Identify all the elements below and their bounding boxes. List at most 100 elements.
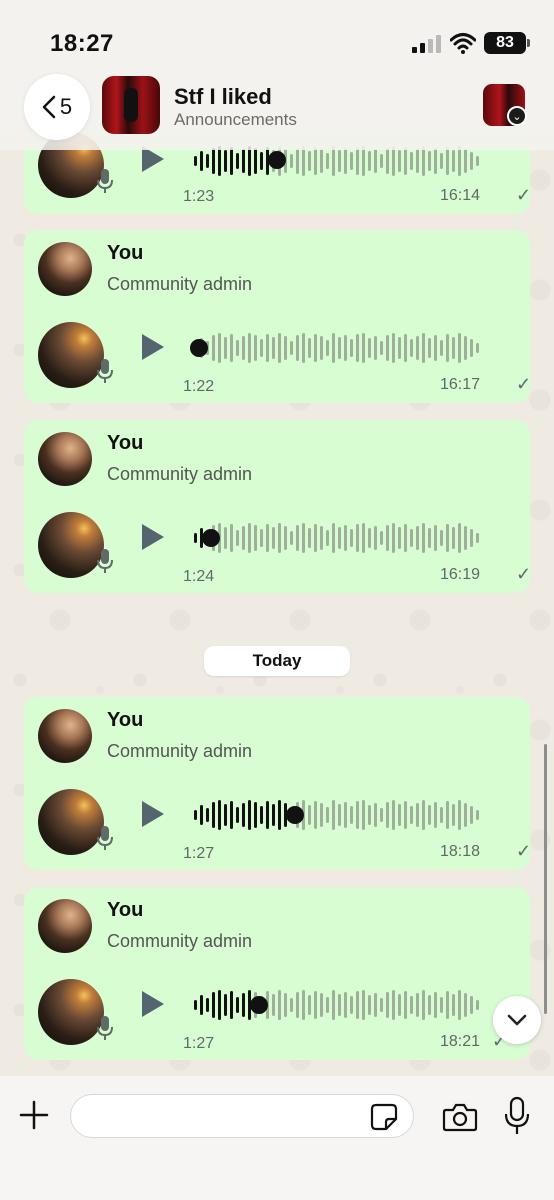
waveform-bar [452, 337, 455, 359]
play-icon[interactable] [142, 801, 164, 827]
waveform-bar [308, 338, 311, 358]
voice-message-bubble[interactable]: You Community admin 1:27 18:18 ✓ [24, 697, 531, 870]
sender-name: You [107, 242, 144, 264]
voice-duration: 1:27 [183, 1035, 215, 1052]
scroll-to-bottom-button[interactable] [493, 996, 541, 1044]
playback-knob[interactable] [250, 996, 268, 1014]
sticker-icon[interactable] [370, 1103, 398, 1131]
waveform-bar [206, 808, 209, 822]
waveform-bar [380, 808, 383, 822]
waveform-bar [344, 335, 347, 361]
waveform-bar [356, 524, 359, 552]
status-bar: 18:27 83 [0, 0, 554, 70]
voice-waveform[interactable] [194, 798, 479, 832]
message-time: 16:17 [440, 376, 481, 393]
playback-knob[interactable] [202, 529, 220, 547]
waveform-bar [440, 340, 443, 356]
waveform-bar [332, 523, 335, 553]
waveform-bar [194, 1000, 197, 1010]
waveform-bar [242, 803, 245, 827]
play-icon[interactable] [142, 991, 164, 1017]
waveform-bar [362, 146, 365, 176]
voice-waveform[interactable] [194, 521, 479, 555]
waveform-bar [320, 526, 323, 550]
camera-icon[interactable] [442, 1102, 478, 1132]
waveform-bar [314, 334, 317, 362]
waveform-bar [302, 146, 305, 176]
waveform-bar [266, 801, 269, 829]
group-avatar[interactable] [102, 76, 160, 134]
sender-avatar [38, 899, 92, 953]
sender-name: You [107, 899, 144, 921]
waveform-bar [284, 336, 287, 360]
waveform-bar [416, 149, 419, 173]
waveform-bar [242, 993, 245, 1017]
waveform-bar [404, 147, 407, 175]
waveform-bar [230, 524, 233, 552]
sender-avatar [38, 432, 92, 486]
waveform-bar [446, 524, 449, 552]
waveform-bar [344, 525, 347, 551]
sender-role: Community admin [107, 274, 253, 294]
waveform-bar [290, 154, 293, 168]
waveform-bar [224, 150, 227, 172]
chat-subtitle[interactable]: Announcements [174, 110, 297, 130]
waveform-bar [224, 994, 227, 1016]
waveform-bar [410, 152, 413, 170]
waveform-bar [332, 146, 335, 176]
voice-message-bubble[interactable]: You Community admin 1:24 16:19 ✓ [24, 420, 531, 593]
waveform-bar [434, 525, 437, 551]
microphone-icon[interactable] [504, 1096, 530, 1136]
waveform-bar [446, 801, 449, 829]
waveform-bar [206, 998, 209, 1012]
back-button[interactable]: 5 [24, 74, 90, 140]
waveform-bar [296, 335, 299, 361]
voice-waveform[interactable] [194, 988, 479, 1022]
waveform-bar [410, 806, 413, 824]
playback-knob[interactable] [286, 806, 304, 824]
waveform-bar [236, 807, 239, 823]
waveform-bar [452, 150, 455, 172]
waveform-bar [218, 990, 221, 1020]
voice-waveform[interactable] [194, 331, 479, 365]
chat-header: 5 Stf I liked Announcements ⌄ [0, 70, 554, 150]
voice-message-bubble[interactable]: You Community admin 1:27 18:21 ✓ [24, 887, 530, 1060]
waveform-bar [416, 803, 419, 827]
waveform-bar [266, 524, 269, 552]
waveform-bar [242, 149, 245, 173]
waveform-bar [230, 991, 233, 1019]
chevron-down-icon[interactable]: ⌄ [507, 106, 527, 126]
waveform-bar [428, 338, 431, 358]
waveform-bar [440, 530, 443, 546]
waveform-bar [200, 805, 203, 825]
scrollbar[interactable] [544, 744, 547, 1014]
sender-role: Community admin [107, 931, 253, 951]
waveform-bar [434, 335, 437, 361]
plus-icon[interactable] [18, 1099, 50, 1131]
waveform-bar [458, 146, 461, 176]
voice-sender-avatar [38, 789, 104, 855]
waveform-bar [314, 801, 317, 829]
waveform-bar [386, 525, 389, 551]
waveform-bar [308, 805, 311, 825]
voice-message-bubble[interactable]: You Community admin 1:22 16:17 ✓ [24, 230, 531, 403]
play-icon[interactable] [142, 524, 164, 550]
playback-knob[interactable] [268, 151, 286, 169]
waveform-bar [368, 528, 371, 548]
waveform-bar [356, 147, 359, 175]
message-time: 18:21 [440, 1033, 481, 1050]
waveform-bar [464, 803, 467, 827]
waveform-bar [464, 526, 467, 550]
waveform-bar [260, 339, 263, 357]
playback-knob[interactable] [190, 339, 208, 357]
waveform-bar [248, 146, 251, 176]
waveform-bar [458, 333, 461, 363]
waveform-bar [392, 523, 395, 553]
waveform-bar [278, 800, 281, 830]
chat-title[interactable]: Stf I liked [174, 84, 272, 110]
message-time: 16:19 [440, 566, 481, 583]
waveform-bar [290, 531, 293, 545]
waveform-bar [470, 996, 473, 1014]
play-icon[interactable] [142, 334, 164, 360]
message-input[interactable] [70, 1094, 414, 1138]
